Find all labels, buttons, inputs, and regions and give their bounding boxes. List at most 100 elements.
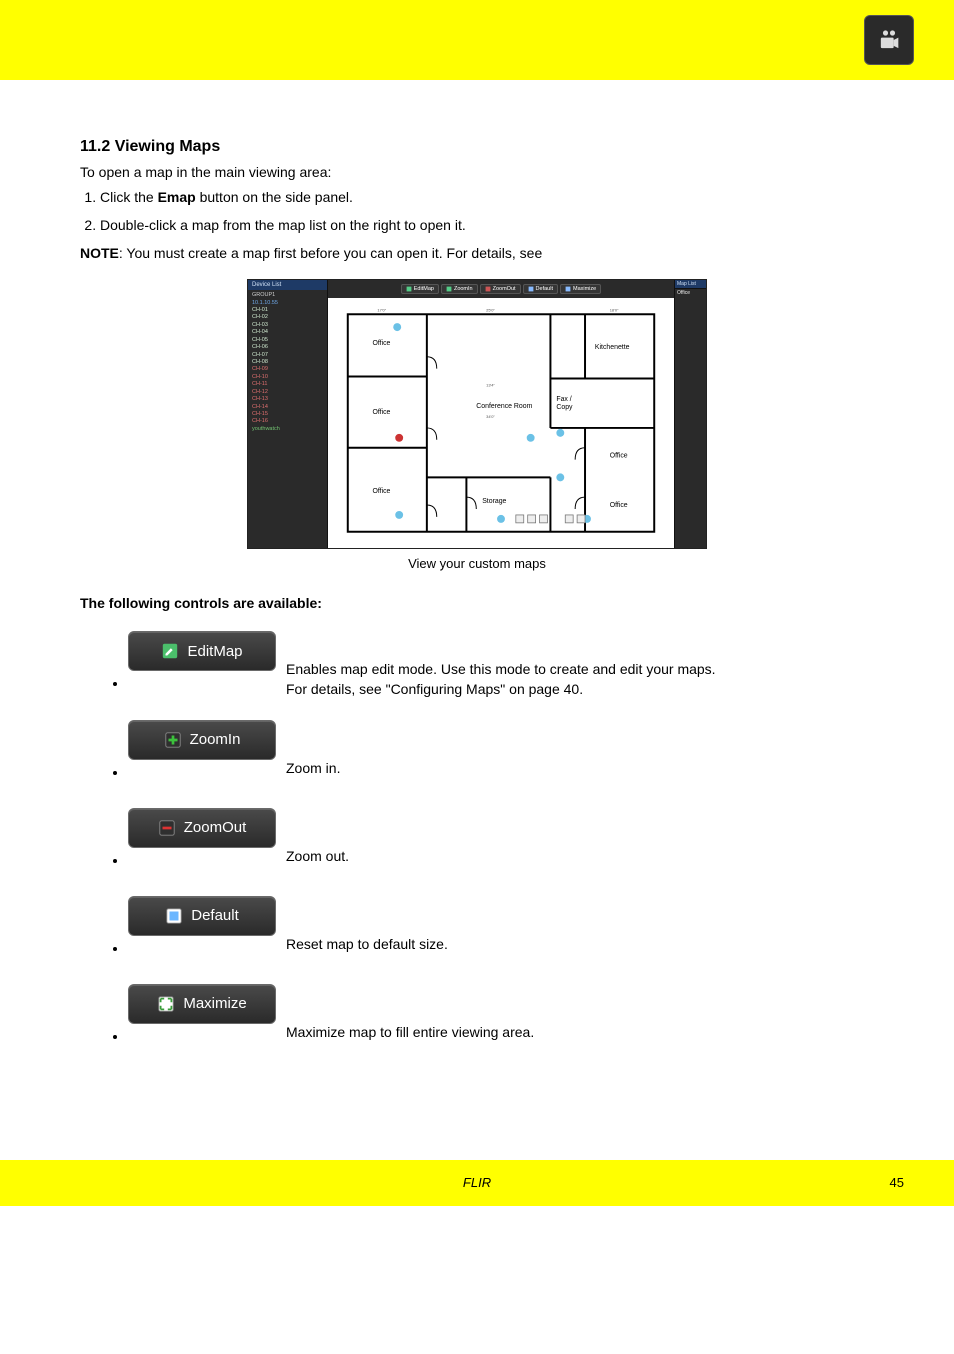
svg-text:Office: Office bbox=[610, 502, 628, 509]
note-label: NOTE bbox=[80, 245, 119, 261]
channel: CH-10 bbox=[252, 374, 323, 381]
channel: CH-14 bbox=[252, 404, 323, 411]
channel: CH-09 bbox=[252, 366, 323, 373]
control-desc: Reset map to default size. bbox=[286, 934, 448, 954]
channel: CH-05 bbox=[252, 337, 323, 344]
control-desc: Enables map edit mode. Use this mode to … bbox=[286, 659, 716, 700]
svg-text:34'0": 34'0" bbox=[486, 414, 495, 419]
intro-text: To open a map in the main viewing area: bbox=[80, 164, 874, 180]
control-desc: Maximize map to fill entire viewing area… bbox=[286, 1022, 534, 1042]
edit-icon bbox=[406, 286, 412, 292]
toolbar-label: Maximize bbox=[573, 286, 596, 292]
btn-label: Maximize bbox=[183, 995, 246, 1012]
btn-label: ZoomIn bbox=[190, 731, 241, 748]
device-tree: GROUP1 10.1.10.55 CH-01 CH-02 CH-03 CH-0… bbox=[248, 290, 327, 435]
svg-text:Office: Office bbox=[372, 340, 390, 347]
toolbar-default[interactable]: Default bbox=[523, 284, 558, 294]
toolbar-zoomin[interactable]: ZoomIn bbox=[441, 284, 478, 294]
channel: CH-07 bbox=[252, 352, 323, 359]
toolbar-label: EditMap bbox=[414, 286, 434, 292]
controls-heading: The following controls are available: bbox=[80, 595, 874, 611]
svg-text:Fax /Copy: Fax /Copy bbox=[556, 396, 573, 411]
svg-text:Office: Office bbox=[372, 488, 390, 495]
step1-a: Click the bbox=[100, 189, 158, 205]
device-list-header: Device List bbox=[248, 280, 327, 290]
maximize-button[interactable]: Maximize bbox=[128, 984, 276, 1024]
channel: CH-02 bbox=[252, 314, 323, 321]
control-default: Default Reset map to default size. bbox=[128, 924, 874, 964]
svg-text:17'0": 17'0" bbox=[377, 307, 386, 312]
zoom-out-icon bbox=[158, 819, 176, 837]
page-footer: FLIR 45 bbox=[0, 1160, 954, 1206]
toolbar-label: ZoomOut bbox=[493, 286, 516, 292]
default-button[interactable]: Default bbox=[128, 896, 276, 936]
step1-b: button on the side panel. bbox=[196, 189, 353, 205]
channel: CH-16 bbox=[252, 418, 323, 425]
control-desc: Zoom in. bbox=[286, 758, 340, 778]
channel: CH-11 bbox=[252, 381, 323, 388]
svg-text:Kitchenette: Kitchenette bbox=[595, 344, 630, 351]
svg-text:Office: Office bbox=[372, 409, 390, 416]
svg-text:Storage: Storage bbox=[482, 498, 506, 505]
control-zoomin: ZoomIn Zoom in. bbox=[128, 748, 874, 788]
channel: CH-15 bbox=[252, 411, 323, 418]
zoom-out-icon bbox=[485, 286, 491, 292]
default-icon bbox=[528, 286, 534, 292]
control-editmap: EditMap Enables map edit mode. Use this … bbox=[128, 659, 874, 700]
svg-text:Office: Office bbox=[610, 453, 628, 460]
note-text: : You must create a map first before you… bbox=[119, 245, 542, 261]
svg-text:25'0": 25'0" bbox=[486, 307, 495, 312]
svg-text:Conference Room: Conference Room bbox=[476, 403, 532, 410]
zoomin-button[interactable]: ZoomIn bbox=[128, 720, 276, 760]
step-1: Click the Emap button on the side panel. bbox=[100, 188, 874, 208]
toolbar-zoomout[interactable]: ZoomOut bbox=[480, 284, 521, 294]
step-2: Double-click a map from the map list on … bbox=[100, 216, 874, 236]
figure-caption: View your custom maps bbox=[80, 556, 874, 571]
control-desc: Zoom out. bbox=[286, 846, 349, 866]
toolbar-maximize[interactable]: Maximize bbox=[560, 284, 601, 294]
map-list-panel: Map List Office bbox=[674, 280, 706, 548]
device-ip: 10.1.10.55 bbox=[252, 300, 323, 307]
channel: CH-03 bbox=[252, 322, 323, 329]
map-canvas[interactable]: Office Office Office Conference Room Kit… bbox=[328, 298, 674, 548]
section-heading: 11.2 Viewing Maps bbox=[80, 138, 874, 156]
group-node: GROUP1 bbox=[252, 292, 323, 299]
toolbar-editmap[interactable]: EditMap bbox=[401, 284, 439, 294]
page-number: 45 bbox=[844, 1175, 904, 1190]
section-number: 11.2 bbox=[80, 138, 115, 155]
control-zoomout: ZoomOut Zoom out. bbox=[128, 836, 874, 876]
channel: CH-12 bbox=[252, 389, 323, 396]
footer-brand: FLIR bbox=[110, 1175, 844, 1190]
maximize-icon bbox=[565, 286, 571, 292]
device-list-panel: Device List GROUP1 10.1.10.55 CH-01 CH-0… bbox=[248, 280, 328, 548]
map-screenshot: Device List GROUP1 10.1.10.55 CH-01 CH-0… bbox=[247, 279, 707, 549]
editmap-button[interactable]: EditMap bbox=[128, 631, 276, 671]
svg-text:18'0": 18'0" bbox=[610, 307, 619, 312]
zoomout-button[interactable]: ZoomOut bbox=[128, 808, 276, 848]
section-title: Viewing Maps bbox=[115, 138, 221, 155]
zoom-in-icon bbox=[446, 286, 452, 292]
toolbar-label: Default bbox=[536, 286, 553, 292]
map-list-item[interactable]: Office bbox=[675, 289, 706, 297]
zoom-in-icon bbox=[164, 731, 182, 749]
channel: CH-13 bbox=[252, 396, 323, 403]
map-toolbar: EditMap ZoomIn ZoomOut Default Maximize bbox=[328, 280, 674, 298]
channel: CH-06 bbox=[252, 344, 323, 351]
map-figure: Device List GROUP1 10.1.10.55 CH-01 CH-0… bbox=[80, 279, 874, 571]
btn-label: EditMap bbox=[187, 643, 242, 660]
device-node: youthwatch bbox=[252, 426, 323, 433]
maximize-icon bbox=[157, 995, 175, 1013]
camera-icon bbox=[864, 15, 914, 65]
map-list-header: Map List bbox=[675, 280, 706, 289]
default-icon bbox=[165, 907, 183, 925]
edit-icon bbox=[161, 642, 179, 660]
emap-button-ref: Emap bbox=[158, 189, 196, 205]
btn-label: Default bbox=[191, 907, 239, 924]
svg-text:13'4": 13'4" bbox=[486, 383, 495, 388]
toolbar-label: ZoomIn bbox=[454, 286, 473, 292]
btn-label: ZoomOut bbox=[184, 819, 247, 836]
page-header-bar bbox=[0, 0, 954, 80]
channel: CH-04 bbox=[252, 329, 323, 336]
control-maximize: Maximize Maximize map to fill entire vie… bbox=[128, 1012, 874, 1052]
note-line: NOTE: You must create a map first before… bbox=[80, 245, 874, 261]
